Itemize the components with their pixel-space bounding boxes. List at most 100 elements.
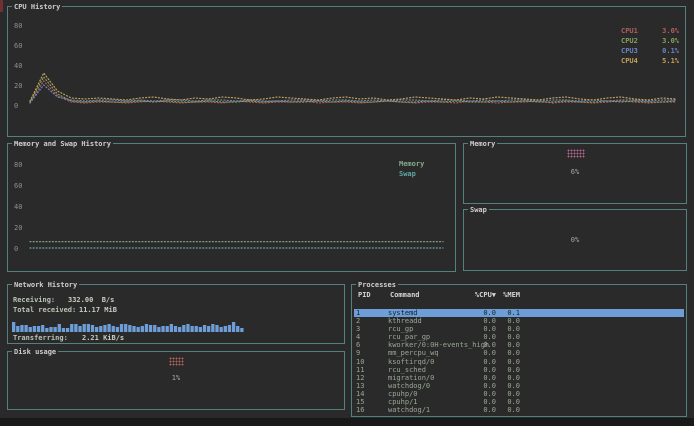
legend-value: 0.1% <box>662 47 679 55</box>
memory-swap-history-chart <box>28 152 453 256</box>
column-header-pid[interactable]: PID <box>358 291 371 299</box>
legend-item: CPU2 3.0% <box>621 37 679 45</box>
legend-value: 5.1% <box>662 57 679 65</box>
process-command: cpuhp/0 <box>388 390 418 398</box>
process-row[interactable]: 3 rcu_gp 0.0 0.0 <box>354 325 684 333</box>
process-row[interactable]: 12 migration/0 0.0 0.0 <box>354 374 684 382</box>
memory-swap-legend: Memory Swap <box>399 160 449 180</box>
process-command: systemd <box>388 309 418 317</box>
total-received-label: Total received: <box>13 306 76 314</box>
process-mem: 0.0 <box>474 349 520 357</box>
y-axis-tick: 0 <box>14 102 18 110</box>
process-command: rcu_sched <box>388 366 426 374</box>
legend-label: CPU1 <box>621 27 638 35</box>
cpu-legend: CPU13.0%CPU23.0%CPU30.1%CPU45.1% <box>621 27 679 67</box>
cpu-history-title: CPU History <box>12 3 62 11</box>
swap-gauge-panel: Swap 0% <box>463 209 687 271</box>
process-pid: 11 <box>356 366 364 374</box>
receiving-label: Receiving: <box>13 296 55 304</box>
disk-usage-dots <box>169 357 184 366</box>
memory-gauge-percent: 6% <box>464 168 686 176</box>
legend-item: CPU4 5.1% <box>621 57 679 65</box>
bottom-background-strip <box>0 418 694 426</box>
memory-gauge-title: Memory <box>468 140 497 148</box>
y-axis-tick: 80 <box>14 161 22 169</box>
transferring-value: 2.21 KiB/s <box>82 334 124 342</box>
process-command: watchdog/0 <box>388 382 430 390</box>
process-mem: 0.0 <box>474 325 520 333</box>
receiving-value: 332.00 B/s <box>68 296 114 304</box>
process-row[interactable]: 9 mm_percpu_wq 0.0 0.0 <box>354 349 684 357</box>
process-pid: 2 <box>356 317 360 325</box>
memory-swap-history-panel: Memory and Swap History MemorySwap 80604… <box>7 143 456 272</box>
y-axis-tick: 80 <box>14 22 22 30</box>
legend-value: 3.0% <box>662 37 679 45</box>
process-mem: 0.0 <box>474 341 520 349</box>
disk-usage-percent: 1% <box>8 374 344 382</box>
cpu-history-panel: CPU History CPU13.0%CPU23.0%CPU30.1%CPU4… <box>7 6 686 137</box>
network-history-panel: Network History Receiving: 332.00 B/s To… <box>7 284 345 344</box>
process-pid: 16 <box>356 406 364 414</box>
process-mem: 0.0 <box>474 398 520 406</box>
left-edge-marker <box>0 0 3 12</box>
process-mem: 0.0 <box>474 406 520 414</box>
total-received-value: 11.17 MiB <box>79 306 117 314</box>
process-row[interactable]: 13 watchdog/0 0.0 0.0 <box>354 382 684 390</box>
process-row[interactable]: 10 ksoftirqd/0 0.0 0.0 <box>354 358 684 366</box>
y-axis-tick: 0 <box>14 245 18 253</box>
system-monitor-app: CPU History CPU13.0%CPU23.0%CPU30.1%CPU4… <box>0 0 694 426</box>
process-pid: 3 <box>356 325 360 333</box>
cpu-history-chart <box>28 13 680 113</box>
memory-gauge-panel: Memory 6% <box>463 143 687 204</box>
process-row[interactable]: 14 cpuhp/0 0.0 0.0 <box>354 390 684 398</box>
swap-gauge-title: Swap <box>468 206 489 214</box>
transferring-label: Transferring: <box>13 334 68 342</box>
process-pid: 14 <box>356 390 364 398</box>
process-pid: 9 <box>356 349 360 357</box>
disk-usage-panel: Disk usage 1% <box>7 351 345 410</box>
process-row[interactable]: 15 cpuhp/1 0.0 0.0 <box>354 398 684 406</box>
process-mem: 0.0 <box>474 390 520 398</box>
process-pid: 13 <box>356 382 364 390</box>
legend-label: CPU4 <box>621 57 638 65</box>
process-command: mm_percpu_wq <box>388 349 439 357</box>
legend-item: Swap <box>399 170 449 178</box>
y-axis-tick: 40 <box>14 203 22 211</box>
process-row[interactable]: 4 rcu_par_gp 0.0 0.0 <box>354 333 684 341</box>
network-sparkline-chart <box>12 318 246 332</box>
processes-title: Processes <box>356 281 398 289</box>
legend-item: CPU13.0% <box>621 27 679 35</box>
y-axis-tick: 20 <box>14 82 22 90</box>
legend-label: Memory <box>399 160 424 168</box>
process-pid: 6 <box>356 341 360 349</box>
process-mem: 0.0 <box>474 366 520 374</box>
process-row[interactable]: 6 kworker/0:0H-events_high 0.0 0.0 <box>354 341 684 349</box>
memory-gauge-dots <box>567 149 585 158</box>
swap-gauge-percent: 0% <box>464 236 686 244</box>
y-axis-tick: 40 <box>14 62 22 70</box>
process-pid: 12 <box>356 374 364 382</box>
process-row[interactable]: 11 rcu_sched 0.0 0.0 <box>354 366 684 374</box>
processes-panel: Processes PID Command %CPU▼ %MEM 1 syste… <box>351 284 687 417</box>
process-row[interactable]: 2 kthreadd 0.0 0.0 <box>354 317 684 325</box>
process-mem: 0.0 <box>474 358 520 366</box>
column-header-command[interactable]: Command <box>390 291 420 299</box>
process-command: ksoftirqd/0 <box>388 358 434 366</box>
process-list: 1 systemd 0.0 0.1 2 kthreadd 0.0 0.0 3 r… <box>354 309 684 414</box>
column-header-mem[interactable]: %MEM <box>474 291 520 299</box>
process-pid: 10 <box>356 358 364 366</box>
legend-label: CPU2 <box>621 37 638 45</box>
process-row[interactable]: 16 watchdog/1 0.0 0.0 <box>354 406 684 414</box>
process-row[interactable]: 1 systemd 0.0 0.1 <box>354 309 684 317</box>
process-pid: 4 <box>356 333 360 341</box>
process-mem: 0.0 <box>474 374 520 382</box>
y-axis-tick: 60 <box>14 42 22 50</box>
disk-usage-title: Disk usage <box>12 348 58 356</box>
process-command: kthreadd <box>388 317 422 325</box>
process-mem: 0.1 <box>474 309 520 317</box>
process-pid: 15 <box>356 398 364 406</box>
legend-label: Swap <box>399 170 416 178</box>
legend-item: Memory <box>399 160 449 168</box>
y-axis-tick: 20 <box>14 224 22 232</box>
memory-swap-history-title: Memory and Swap History <box>12 140 113 148</box>
